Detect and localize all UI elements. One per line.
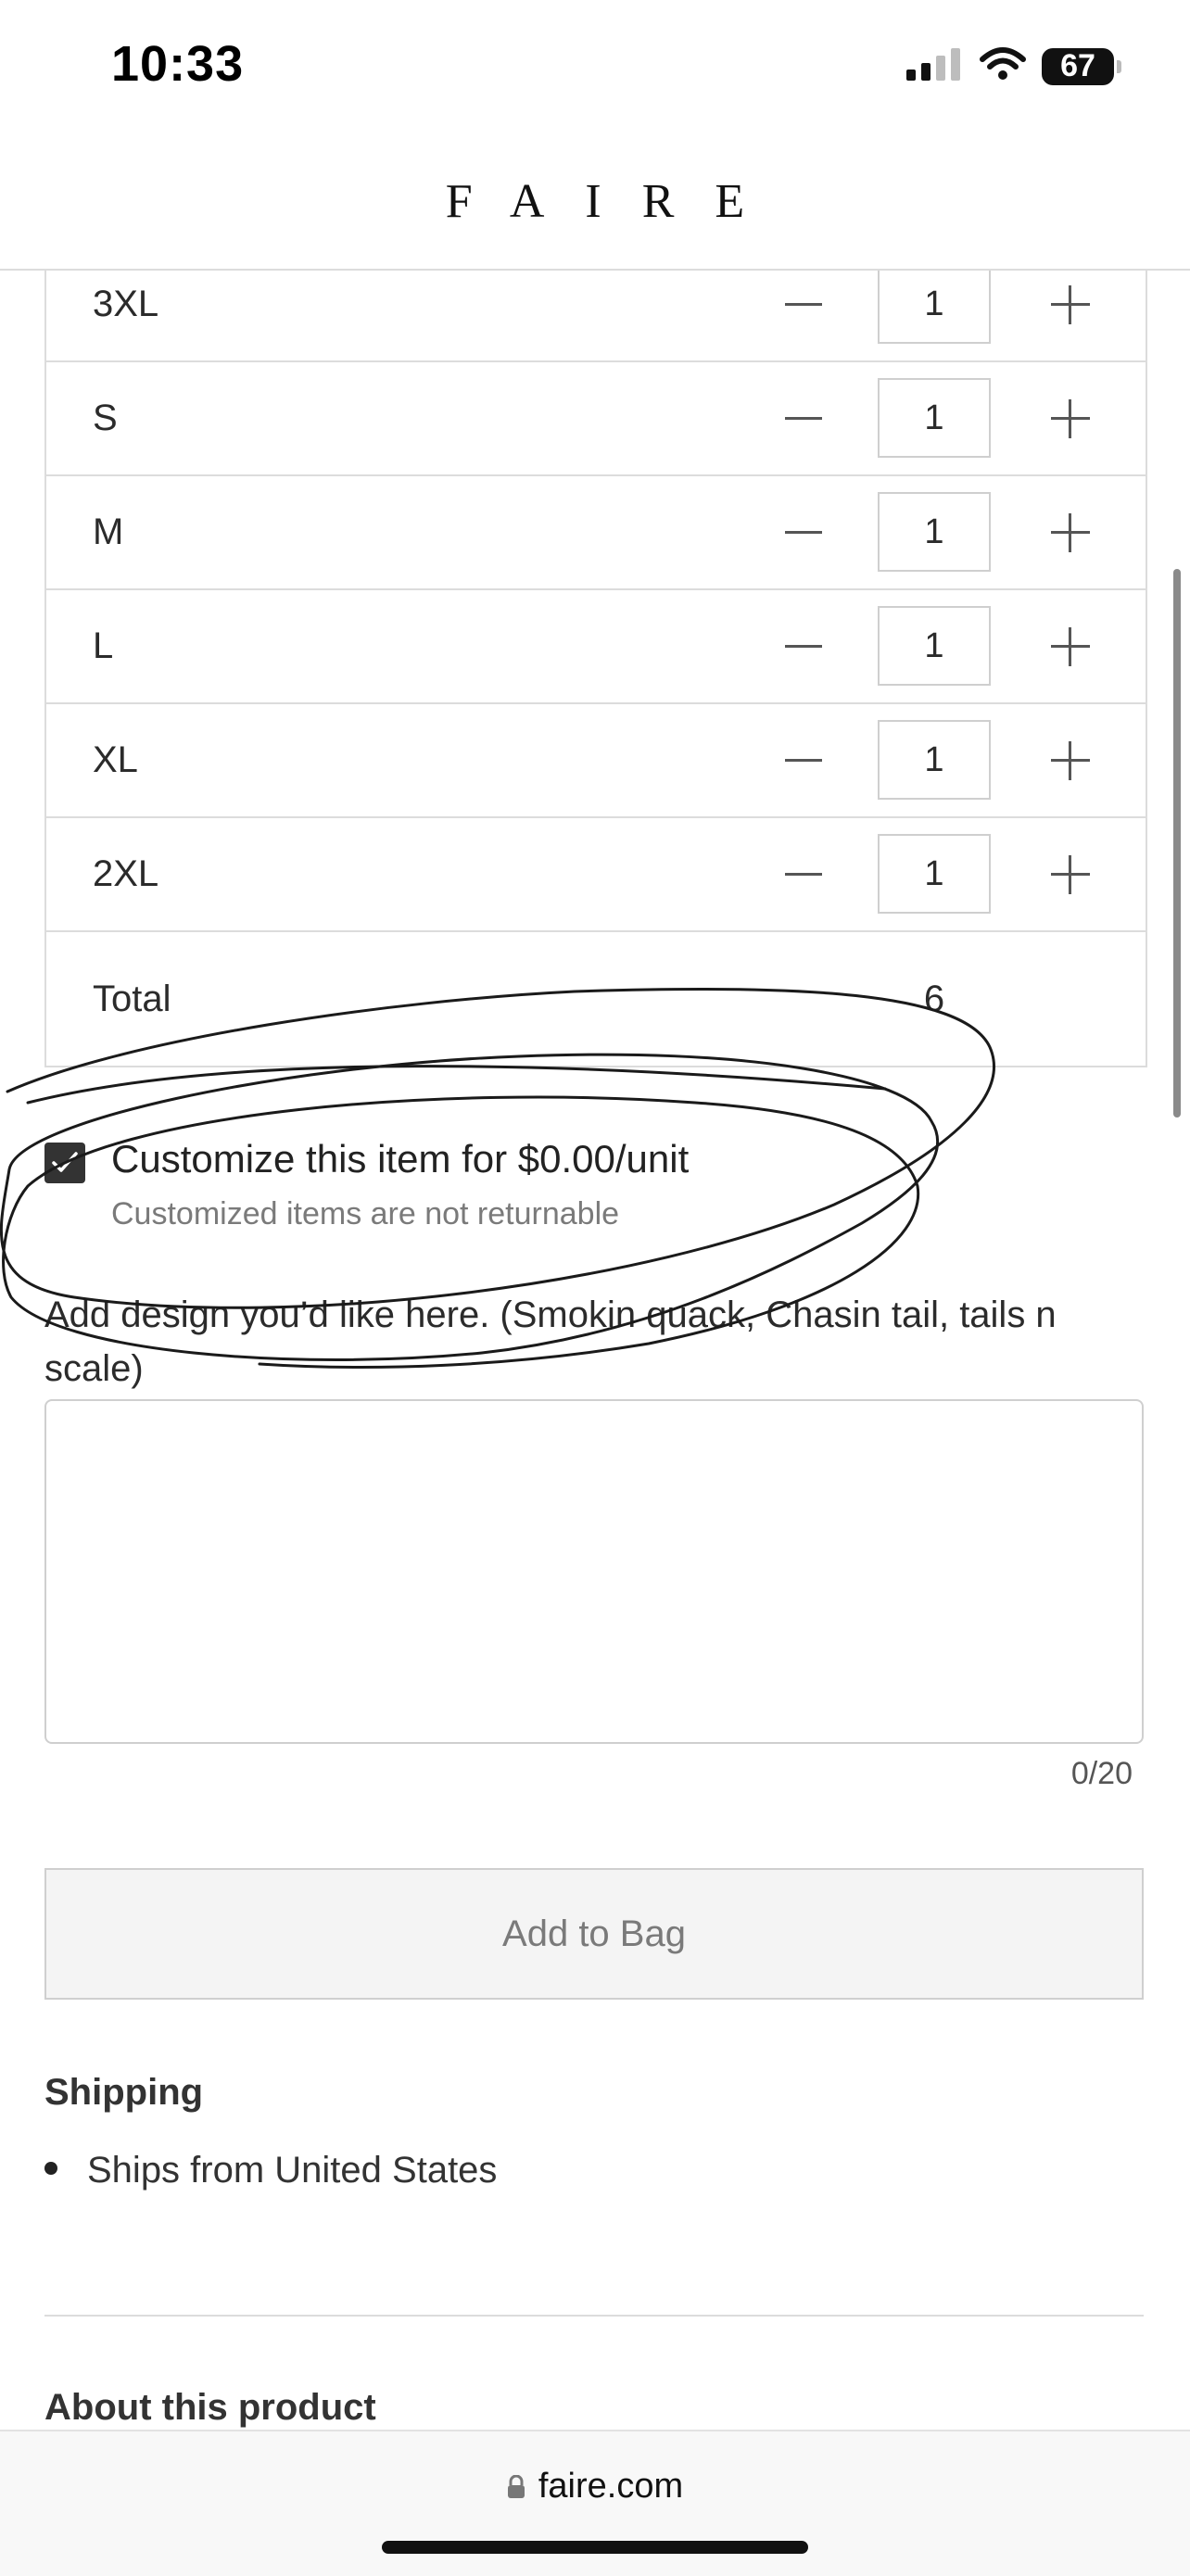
- increase-quantity-button[interactable]: [1049, 625, 1092, 668]
- increase-quantity-button[interactable]: [1049, 739, 1092, 782]
- quantity-input[interactable]: 1: [878, 606, 991, 686]
- checkmark-icon: [52, 1152, 78, 1172]
- decrease-quantity-button[interactable]: [782, 855, 825, 892]
- wifi-icon: [979, 46, 1027, 86]
- status-bar: 10:33 67: [0, 0, 1190, 134]
- size-label: M: [93, 511, 124, 552]
- design-textarea[interactable]: [44, 1399, 1144, 1744]
- lock-icon: [507, 2474, 525, 2498]
- size-row-s: S 1: [46, 362, 1146, 476]
- size-row-xl: XL 1: [46, 704, 1146, 818]
- shipping-item: Ships from United States: [44, 2150, 497, 2191]
- minus-icon: [785, 302, 822, 306]
- increase-quantity-button[interactable]: [1049, 398, 1092, 440]
- character-count: 0/20: [1070, 1756, 1133, 1791]
- decrease-quantity-button[interactable]: [782, 627, 825, 664]
- customize-label[interactable]: Customize this item for $0.00/unit: [111, 1137, 689, 1181]
- size-quantity-table: 3XL 1 S 1 M 1 L 1 XL 1 2XL 1 Total 6: [44, 248, 1147, 1067]
- battery-cap: [1117, 59, 1121, 73]
- url-text: faire.com: [538, 2467, 684, 2506]
- quantity-input[interactable]: 1: [878, 378, 991, 458]
- minus-icon: [785, 416, 822, 420]
- battery-level: 67: [1060, 48, 1095, 83]
- about-product-heading[interactable]: About this product: [44, 2387, 376, 2429]
- total-label: Total: [93, 979, 171, 1019]
- shipping-list: Ships from United States: [44, 2150, 497, 2191]
- minus-icon: [785, 758, 822, 762]
- address-bar[interactable]: faire.com: [0, 2467, 1190, 2507]
- size-label: XL: [93, 739, 138, 780]
- minus-icon: [785, 644, 822, 648]
- increase-quantity-button[interactable]: [1049, 853, 1092, 896]
- total-value: 6: [923, 979, 945, 1019]
- quantity-input[interactable]: 1: [878, 834, 991, 914]
- size-label: 2XL: [93, 853, 159, 894]
- decrease-quantity-button[interactable]: [782, 741, 825, 778]
- quantity-input[interactable]: 1: [878, 492, 991, 572]
- customize-checkbox[interactable]: [44, 1143, 85, 1183]
- decrease-quantity-button[interactable]: [782, 399, 825, 436]
- increase-quantity-button[interactable]: [1049, 284, 1092, 326]
- decrease-quantity-button[interactable]: [782, 513, 825, 550]
- size-row-2xl: 2XL 1: [46, 818, 1146, 932]
- size-row-l: L 1: [46, 590, 1146, 704]
- size-row-m: M 1: [46, 476, 1146, 590]
- size-label: S: [93, 398, 118, 438]
- total-row: Total 6: [46, 932, 1146, 1067]
- battery-icon: 67: [1042, 47, 1121, 85]
- size-label: L: [93, 625, 114, 666]
- decrease-quantity-button[interactable]: [782, 285, 825, 322]
- cellular-signal-icon: [906, 47, 964, 85]
- quantity-input[interactable]: 1: [878, 264, 991, 344]
- shipping-heading: Shipping: [44, 2072, 204, 2113]
- customize-note: Customized items are not returnable: [111, 1196, 620, 1231]
- quantity-input[interactable]: 1: [878, 720, 991, 800]
- browser-bottom-bar: faire.com: [0, 2430, 1190, 2576]
- status-icons: 67: [906, 46, 1121, 86]
- minus-icon: [785, 872, 822, 876]
- design-field-label: Add design you’d like here. (Smokin quac…: [44, 1294, 1057, 1389]
- status-time: 10:33: [111, 36, 245, 92]
- home-indicator[interactable]: [382, 2541, 808, 2554]
- minus-icon: [785, 530, 822, 534]
- increase-quantity-button[interactable]: [1049, 511, 1092, 554]
- brand-header: FAIRE: [0, 134, 1190, 271]
- add-to-bag-button[interactable]: Add to Bag: [44, 1868, 1144, 2000]
- brand-logo[interactable]: FAIRE: [405, 174, 785, 229]
- section-divider: [44, 2315, 1144, 2317]
- scrollbar[interactable]: [1173, 569, 1181, 1118]
- bullet-icon: [44, 2162, 57, 2176]
- shipping-item-text: Ships from United States: [87, 2150, 498, 2191]
